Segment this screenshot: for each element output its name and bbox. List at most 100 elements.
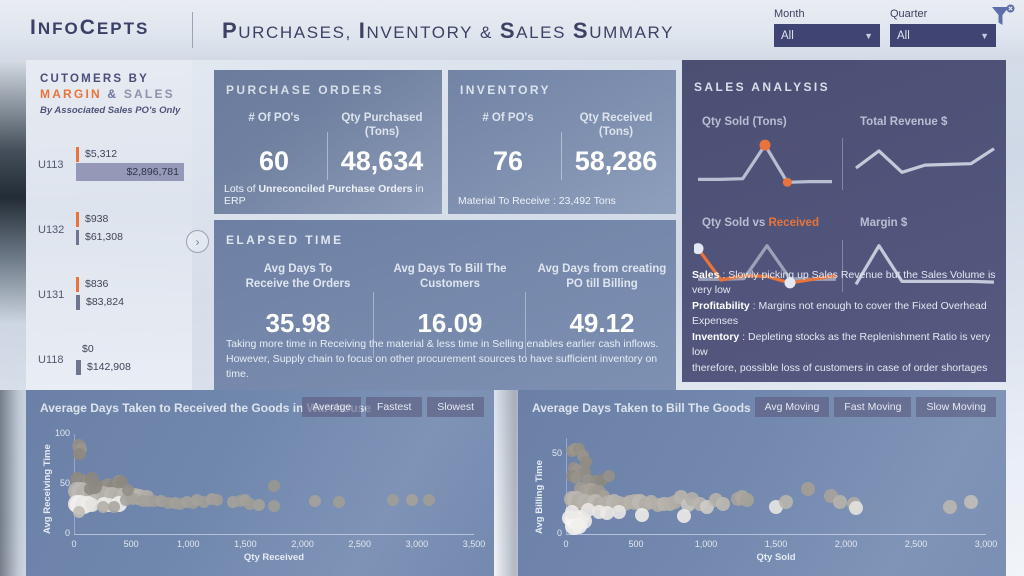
x-tick-label: 1,000 [694,539,718,549]
po-footnote-a: Lots of [224,183,259,195]
sales-value: $142,908 [87,361,131,373]
scatter-point [611,504,626,519]
title-p: P [222,18,239,43]
avg-days-po-billing-label-2: PO till Billing [566,278,638,290]
x-tick-label: 1,500 [234,539,257,549]
insight-line: Inventory : Depleting stocks as the Repl… [692,330,998,361]
scatter-point [739,493,754,508]
avg-days-po-billing-label-1: Avg Days from creating [537,263,667,275]
sales-bar [76,359,81,375]
margin-value: $0 [82,343,94,355]
slicer-month-label: Month [774,8,805,20]
title-urchases: URCHASES, [238,23,352,42]
po-count-label: # Of PO's [248,112,300,124]
spark-qty-sold-chart [698,139,832,187]
spark-total-revenue-label: Total Revenue $ [860,116,948,128]
avg-days-receive-value: 35.98 [265,308,331,338]
avg-days-po-billing-value: 49.12 [569,308,635,338]
x-axis-line [566,534,986,535]
avg-days-bill-label-2: Customers [419,278,481,290]
purchase-orders-title: PURCHASE ORDERS [226,83,385,97]
customers-card-title-line1: CUTOMERS BY [40,73,149,85]
avg-days-bill-label: Avg Days To Bill The Customers [376,262,524,292]
spark-sold-vs-received-label: Qty Sold vs Received [702,217,819,229]
avg-days-bill-card: Average Days Taken to Bill The Goods Avg… [518,390,1006,576]
avg-days-po-billing-label: Avg Days from creating PO till Billing [528,262,676,292]
scatter-point [268,480,280,492]
scatter-point [801,482,816,497]
insight-term: Inventory [692,330,740,343]
slicer-month-value: All [781,29,794,42]
x-tick-label: 2,500 [904,539,928,549]
chevron-down-icon: ▼ [864,30,873,41]
x-tick-label: 3,500 [462,539,486,549]
qty-received-units: (Tons) [598,126,634,138]
margin-value: $938 [85,213,109,225]
customer-id: U118 [38,354,64,366]
x-tick-label: 1,000 [177,539,200,549]
sales-spark-divider-1 [842,138,843,190]
elapsed-time-note: Taking more time in Receiving the materi… [226,338,659,380]
scatter-point [268,500,280,512]
scatter-point [570,518,587,534]
slicer-month-dropdown[interactable]: All ▼ [774,24,880,47]
qty-purchased-units: (Tons) [364,126,400,138]
spark-total-revenue-chart [855,147,995,174]
inventory-kpi-divider [561,132,562,180]
scatter-point [72,506,85,518]
y-axis-title: Avg Receiving Time [42,444,53,534]
po-footnote-b: Unreconciled Purchase Orders [258,183,413,195]
scatter-point [715,496,730,511]
scatter-point [635,507,650,522]
scatter-point [210,494,223,506]
inventory-footnote: Material To Receive : 23,492 Tons [458,195,616,207]
customers-card-subtitle: By Associated Sales PO's Only [40,105,181,116]
x-tick-label: 3,000 [974,539,998,549]
margin-bar [76,146,79,162]
title-ales: ALES [516,23,567,42]
scatter-billing-plot[interactable]: 0 500 1,000 1,500 2,000 2,500 3,000 0 50 Qty Sold… [518,390,1006,576]
scatter-point [778,495,793,509]
filter-clear-icon[interactable] [988,4,1016,35]
header-divider [192,12,193,48]
customers-by-margin-sales-card: CUTOMERS BY MARGIN & SALES By Associated… [26,60,192,390]
customer-bars: $0 $142,908 [76,340,188,376]
po-count-value: 60 [258,146,290,176]
x-tick-label: 0 [71,539,77,549]
scatter-point [676,509,691,524]
customer-id: U131 [38,289,65,301]
page-title: PURCHASES, INVENTORY & SALES SUMMARY [222,18,674,44]
brand-logo: INFOCEPTS [30,16,149,40]
avg-days-receive-label: Avg Days To Receive the Orders [224,262,372,292]
brand-c: C [79,16,97,39]
purchase-orders-footnote: Lots of Unreconciled Purchase Orders in … [224,183,442,207]
sales-analysis-card: SALES ANALYSIS Qty Sold (Tons) Total Rev… [682,60,1006,382]
margin-value: $836 [85,278,109,290]
avg-days-receive-label-2: Receive the Orders [245,278,351,290]
scatter-point [406,494,419,506]
insight-line: Sales : Slowly picking up Sales Revenue … [692,268,998,299]
qty-received-label: Qty Received (Tons) [564,111,668,139]
slicer-quarter-label: Quarter [890,8,928,20]
slicer-quarter-dropdown[interactable]: All ▼ [890,24,996,47]
scatter-point [84,483,96,495]
qty-purchased-value: 48,634 [340,146,424,176]
scatter-point [253,499,266,511]
customers-title-amp: & [107,87,119,101]
customer-bars: $836 $83,824 [76,275,188,311]
customers-title-sales: SALES [123,87,175,101]
customer-bars: $938 $61,308 [76,210,188,246]
app-header: INFOCEPTS PURCHASES, INVENTORY & SALES S… [0,0,1024,60]
x-tick-label: 2,000 [834,539,858,549]
scatter-receiving-plot[interactable]: 0 500 1,000 1,500 2,000 2,500 3,000 3,500 0 50 100… [26,390,494,576]
x-tick-label: 1,500 [764,539,788,549]
spark3-label-a: Qty Sold vs [702,217,769,229]
sales-value: $2,896,781 [126,166,179,178]
insight-term: Profitability [692,299,750,312]
scatter-point [121,484,134,496]
avg-days-bill-value: 16.09 [417,308,483,338]
sales-analysis-title: SALES ANALYSIS [694,80,831,94]
customers-next-page-button[interactable]: › [186,230,209,253]
customer-id: U113 [38,159,64,171]
inv-po-count-value: 76 [492,146,524,176]
